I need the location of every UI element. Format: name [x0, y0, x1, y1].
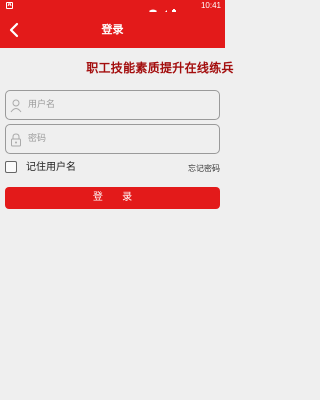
status-bar: A 10:41 [0, 0, 225, 17]
user-icon [10, 98, 22, 113]
username-field[interactable] [5, 90, 220, 120]
username-input[interactable] [28, 95, 213, 115]
status-icons [149, 2, 179, 17]
login-button[interactable]: 登 录 [5, 187, 220, 209]
forgot-password-link[interactable]: 忘记密码 [188, 163, 220, 175]
remember-checkbox[interactable] [5, 161, 17, 173]
password-field[interactable] [5, 124, 220, 154]
status-time: 10:41 [200, 1, 221, 10]
lock-icon [10, 132, 22, 147]
remember-row: 记住用户名 忘记密码 [5, 160, 220, 176]
app-bar: 登录 [0, 12, 225, 48]
slogan-heading: 职工技能素质提升在线练兵 [86, 61, 234, 75]
password-input[interactable] [28, 129, 213, 149]
page-title: 登录 [101, 23, 124, 36]
remember-label[interactable]: 记住用户名 [26, 161, 76, 175]
notification-icon: A [6, 2, 13, 9]
